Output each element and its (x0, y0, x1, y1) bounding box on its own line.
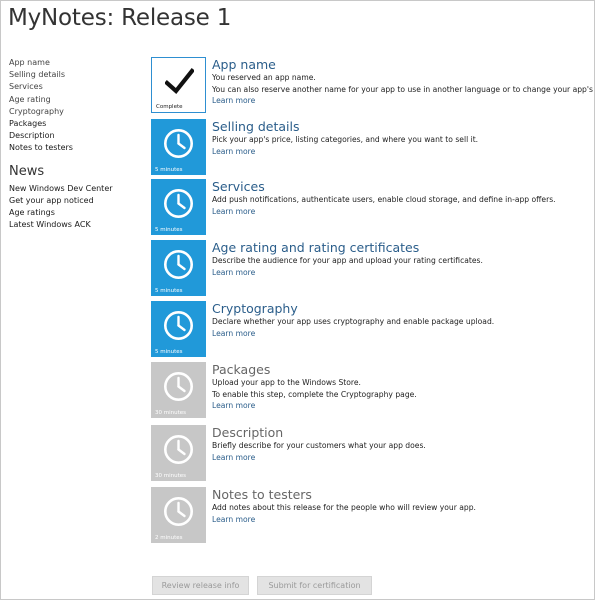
submit-for-certification-button[interactable]: Submit for certification (257, 576, 372, 595)
sidebar-link-notes-to-testers[interactable]: Notes to testers (9, 142, 139, 154)
step-description: Declare whether your app uses cryptograp… (212, 317, 495, 326)
step-description: Pick your app's price, listing categorie… (212, 135, 479, 144)
sidebar-link-cryptography[interactable]: Cryptography (9, 106, 139, 118)
step-title: Description (212, 425, 284, 440)
sidebar-link-selling-details[interactable]: Selling details (9, 69, 139, 81)
step-packages: 30 minutes Packages Upload your app to the… (151, 362, 591, 418)
sidebar: App name Selling details Services Age ra… (9, 57, 139, 231)
tile-time-label: 5 minutes (155, 167, 183, 173)
step-title: Packages (212, 362, 271, 377)
step-body: Notes to testers Add notes about this rel… (212, 487, 592, 525)
clock-icon (164, 250, 193, 279)
step-body: App name You reserved an app name. You can… (212, 57, 595, 107)
step-description: Add push notifications, authenticate use… (212, 195, 556, 204)
learn-more-link[interactable]: Learn more (212, 206, 592, 218)
checkmark-icon (165, 68, 194, 95)
step-description: Describe the audience for your app and u… (212, 256, 483, 265)
tile-time-label: 30 minutes (155, 473, 187, 479)
step-body: Cryptography Declare whether your app use… (212, 301, 592, 339)
step-title: Notes to testers (212, 487, 312, 502)
clock-icon (164, 372, 193, 401)
sidebar-link-age-rating[interactable]: Age rating (9, 94, 139, 106)
step-body: Packages Upload your app to the Windows S… (212, 362, 592, 412)
news-link-windows-ack[interactable]: Latest Windows ACK (9, 219, 139, 231)
step-tile[interactable]: 5 minutes (151, 179, 206, 235)
news-link-get-noticed[interactable]: Get your app noticed (9, 195, 139, 207)
page-title: MyNotes: Release 1 (8, 5, 232, 31)
clock-icon (164, 497, 193, 526)
step-description: You reserved an app name. (212, 73, 316, 82)
step-tile[interactable]: 5 minutes (151, 240, 206, 296)
step-services: 5 minutes Services Add push notifications,… (151, 179, 591, 235)
step-title[interactable]: Services (212, 179, 592, 194)
sidebar-link-packages[interactable]: Packages (9, 118, 139, 130)
step-tile: 30 minutes (151, 362, 206, 418)
learn-more-link[interactable]: Learn more (212, 514, 592, 526)
step-title[interactable]: Selling details (212, 119, 592, 134)
learn-more-link[interactable]: Learn more (212, 95, 592, 107)
step-tile: 30 minutes (151, 425, 206, 481)
step-tile[interactable]: Complete (151, 57, 206, 113)
step-description: To enable this step, complete the Crypto… (212, 389, 417, 399)
step-title[interactable]: App name (212, 57, 592, 72)
step-app-name: Complete App name You reserved an app name… (151, 57, 595, 113)
step-tile[interactable]: 5 minutes (151, 119, 206, 175)
step-title[interactable]: Age rating and rating certificates (212, 240, 592, 255)
tile-time-label: Complete (156, 104, 183, 110)
step-title[interactable]: Cryptography (212, 301, 592, 316)
review-release-info-button[interactable]: Review release info (152, 576, 249, 595)
tile-time-label: 5 minutes (155, 227, 183, 233)
sidebar-link-description[interactable]: Description (9, 130, 139, 142)
step-age-rating-and-rating-certificates: 5 minutes Age rating and rating certifica… (151, 240, 591, 296)
step-cryptography: 5 minutes Cryptography Declare whether you… (151, 301, 591, 357)
tile-time-label: 5 minutes (155, 288, 183, 294)
step-description: Add notes about this release for the peo… (212, 503, 476, 512)
tile-time-label: 30 minutes (155, 410, 187, 416)
clock-icon (164, 435, 193, 464)
tile-time-label: 2 minutes (155, 535, 183, 541)
sidebar-link-app-name[interactable]: App name (9, 57, 139, 69)
learn-more-link[interactable]: Learn more (212, 452, 592, 464)
step-selling-details: 5 minutes Selling details Pick your app's … (151, 119, 591, 175)
news-link-age-ratings[interactable]: Age ratings (9, 207, 139, 219)
news-link-dev-center[interactable]: New Windows Dev Center (9, 183, 139, 195)
learn-more-link[interactable]: Learn more (212, 400, 592, 412)
step-tile: 2 minutes (151, 487, 206, 543)
clock-icon (164, 129, 193, 158)
sidebar-link-services[interactable]: Services (9, 81, 139, 93)
clock-icon (164, 189, 193, 218)
step-notes-to-testers: 2 minutes Notes to testers Add notes about… (151, 487, 591, 543)
step-description: Briefly describe for your customers what… (212, 441, 426, 450)
step-body: Services Add push notifications, authenti… (212, 179, 592, 217)
step-description: Upload your app to the Windows Store. (212, 378, 361, 387)
step-body: Description Briefly describe for your cus… (212, 425, 592, 463)
learn-more-link[interactable]: Learn more (212, 267, 592, 279)
tile-time-label: 5 minutes (155, 349, 183, 355)
learn-more-link[interactable]: Learn more (212, 328, 592, 340)
step-body: Age rating and rating certificates Descri… (212, 240, 592, 278)
learn-more-link[interactable]: Learn more (212, 146, 592, 158)
clock-icon (164, 311, 193, 340)
step-description: You can also reserve another name for yo… (212, 84, 595, 94)
step-tile[interactable]: 5 minutes (151, 301, 206, 357)
news-heading: News (9, 163, 45, 179)
step-body: Selling details Pick your app's price, li… (212, 119, 592, 157)
step-description: 30 minutes Description Briefly describe fo… (151, 425, 591, 481)
